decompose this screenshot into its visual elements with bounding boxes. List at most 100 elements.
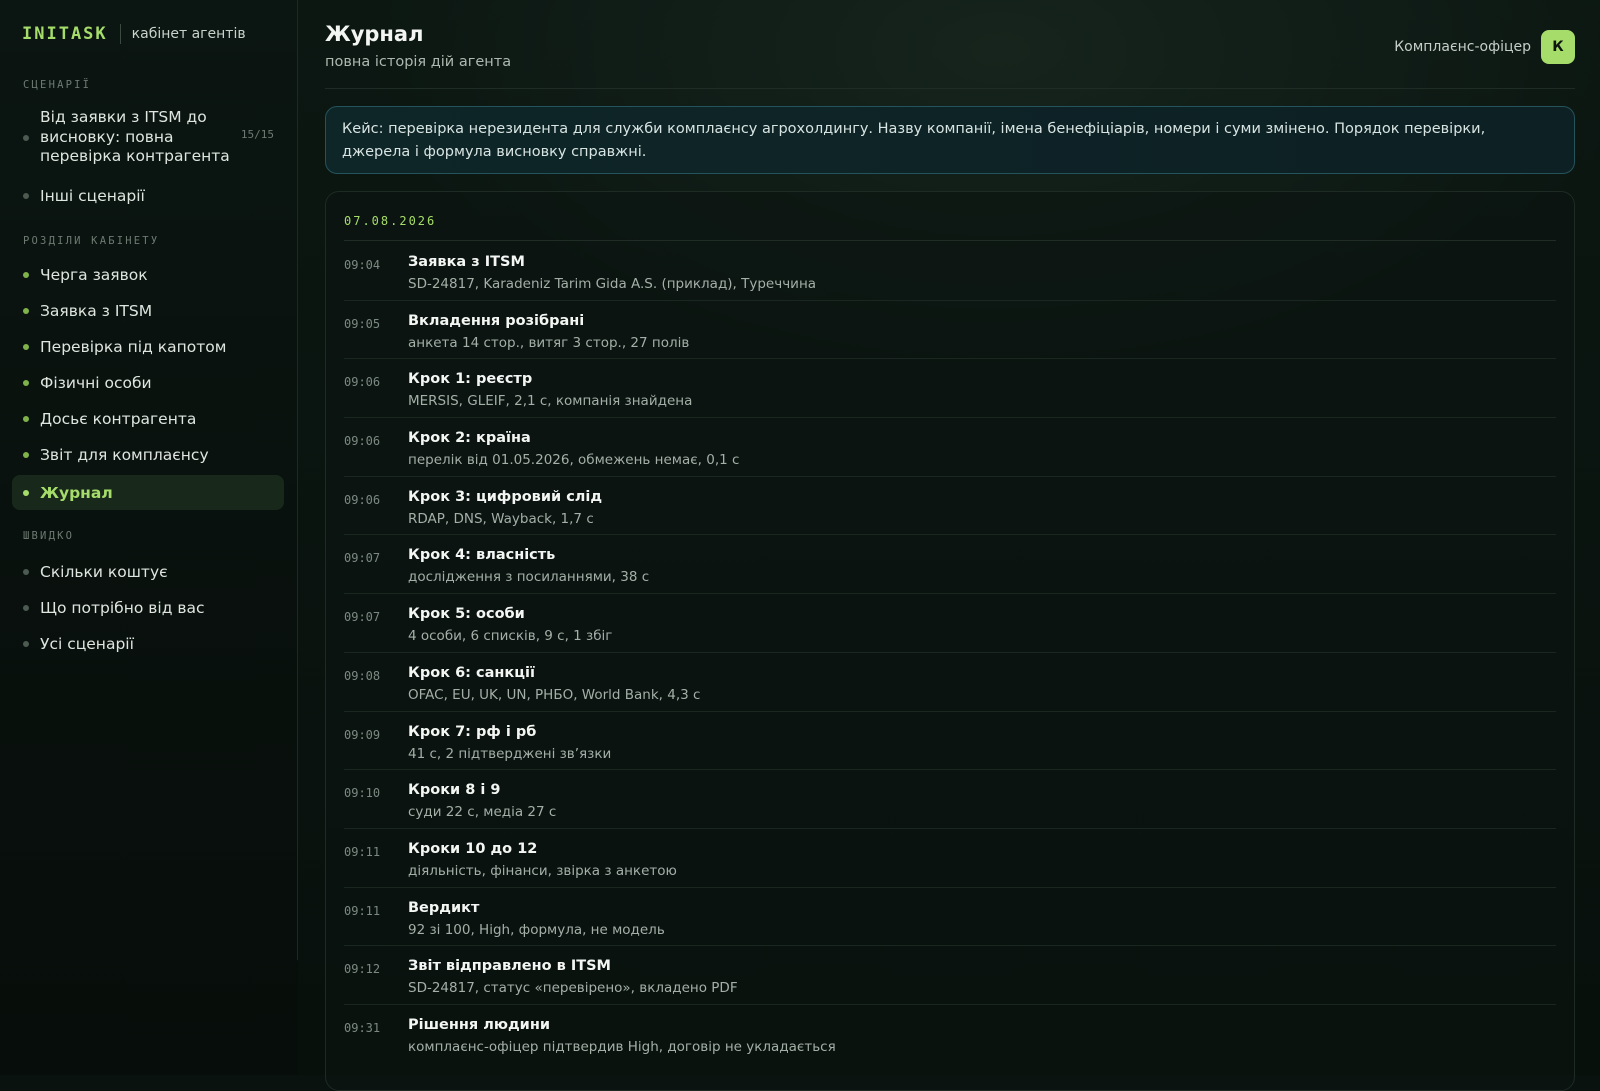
brand-logo[interactable]: INITASK — [22, 24, 108, 44]
entry-time: 09:11 — [344, 844, 381, 859]
entry-title: Крок 1: реєстр — [408, 371, 533, 388]
entry-time: 09:12 — [344, 962, 381, 977]
sidebar-item-requirements[interactable]: Що потрібно від вас — [12, 595, 284, 621]
brand-subtitle: кабінет агентів — [131, 26, 246, 42]
sidebar-item-scenario-full-check[interactable]: Від заявки з ITSM до висновку: повна пер… — [12, 108, 284, 170]
case-note: Кейс: перевірка нерезидента для служби к… — [325, 106, 1575, 174]
journal-entry[interactable]: 09:04 Заявка з ITSM SD-24817, Karadeniz Ta… — [344, 242, 1556, 301]
journal-entry[interactable]: 09:06 Крок 1: реєстр MERSIS, GLEIF, 2,1 с,… — [344, 359, 1556, 419]
journal-entry[interactable]: 09:31 Рішення людини комплаєнс-офіцер підт… — [344, 1005, 1556, 1064]
sidebar-item-label: Від заявки з ITSM до висновку: повна пер… — [40, 108, 230, 165]
page-title: Журнал — [325, 22, 424, 46]
entry-title: Рішення людини — [408, 1016, 550, 1033]
entry-title: Крок 6: санкції — [408, 664, 535, 681]
sidebar-item-label: Досьє контрагента — [40, 410, 197, 428]
entry-time: 09:07 — [344, 551, 381, 566]
entry-detail: SD-24817, Karadeniz Tarim Gida A.S. (при… — [408, 276, 817, 292]
journal-entry[interactable]: 09:10 Кроки 8 і 9 суди 22 с, медіа 27 с — [344, 770, 1556, 829]
journal-entry[interactable]: 09:12 Звіт відправлено в ITSM SD-24817, ст… — [344, 946, 1556, 1005]
entry-title: Крок 3: цифровий слід — [408, 488, 603, 505]
bullet-icon — [23, 344, 29, 350]
entry-time: 09:10 — [344, 786, 381, 801]
journal-entry[interactable]: 09:05 Вкладення розібрані анкета 14 стор.,… — [344, 301, 1556, 360]
entry-time: 09:06 — [344, 375, 381, 390]
entry-detail: суди 22 с, медіа 27 с — [408, 804, 557, 821]
user-role: Комплаєнс-офіцер — [1394, 39, 1531, 55]
bullet-icon — [23, 380, 29, 386]
entry-title: Крок 2: країна — [408, 430, 531, 447]
bullet-icon — [23, 569, 29, 575]
entry-detail: анкета 14 стор., витяг 3 стор., 27 полів — [408, 334, 690, 351]
avatar[interactable]: К — [1541, 30, 1575, 64]
entry-detail: комплаєнс-офіцер підтвердив High, догові… — [408, 1038, 836, 1055]
entry-detail: перелік від 01.05.2026, обмежень немає, … — [408, 452, 740, 469]
entry-title: Заявка з ITSM — [408, 254, 525, 270]
entry-title: Кроки 10 до 12 — [408, 840, 538, 857]
sidebar-item-label: Журнал — [40, 483, 113, 502]
bullet-icon — [23, 193, 29, 199]
sidebar-item-individuals[interactable]: Фізичні особи — [12, 370, 284, 396]
sidebar-item-pricing[interactable]: Скільки коштує — [12, 559, 284, 585]
journal-entry[interactable]: 09:09 Крок 7: рф і рб 41 с, 2 підтверджені… — [344, 712, 1556, 771]
journal-entry[interactable]: 09:11 Вердикт 92 зі 100, High, формула, не… — [344, 888, 1556, 947]
sidebar-item-label: Звіт для комплаєнсу — [40, 446, 209, 464]
journal-entry[interactable]: 09:06 Крок 3: цифровий слід RDAP, DNS, Way… — [344, 477, 1556, 536]
journal-entry[interactable]: 09:08 Крок 6: санкції OFAC, EU, UK, UN, РН… — [344, 653, 1556, 712]
sidebar-item-label: Інші сценарії — [40, 187, 145, 205]
section-label-scenarios: СЦЕНАРІЇ — [23, 79, 92, 91]
brand[interactable]: INITASK кабінет агентів — [22, 22, 246, 46]
entry-detail: SD-24817, статус «перевірено», вкладено … — [408, 980, 738, 997]
sidebar-item-request-queue[interactable]: Черга заявок — [12, 262, 284, 288]
bullet-icon — [23, 452, 29, 458]
entry-time: 09:31 — [344, 1020, 381, 1035]
entry-time: 09:09 — [344, 727, 381, 742]
sidebar-item-label: Фізичні особи — [40, 374, 152, 392]
entry-title: Крок 7: рф і рб — [408, 723, 537, 740]
sidebar-item-label: Що потрібно від вас — [40, 599, 205, 617]
sidebar-item-counterparty-dossier[interactable]: Досьє контрагента — [12, 406, 284, 432]
entry-time: 09:05 — [344, 316, 381, 331]
journal-entry[interactable]: 09:06 Крок 2: країна перелік від 01.05.202… — [344, 418, 1556, 477]
scenario-progress-count: 15/15 — [240, 128, 274, 141]
journal-list: 09:04 Заявка з ITSM SD-24817, Karadeniz Ta… — [344, 242, 1556, 1064]
entry-time: 09:04 — [344, 258, 381, 272]
journal-entry[interactable]: 09:11 Кроки 10 до 12 діяльність, фінанси, … — [344, 829, 1556, 888]
entry-time: 09:11 — [344, 903, 381, 918]
page-subtitle: повна історія дій агента — [325, 54, 512, 70]
bullet-icon — [23, 135, 29, 141]
sidebar-item-journal[interactable]: Журнал — [12, 475, 284, 510]
entry-detail: 4 особи, 6 списків, 9 с, 1 збіг — [408, 628, 613, 645]
sidebar: INITASK кабінет агентів СЦЕНАРІЇ Від зая… — [0, 0, 298, 1075]
entry-detail: дослідження з посиланнями, 38 с — [408, 569, 650, 586]
section-label-cabinet: РОЗДІЛИ КАБІНЕТУ — [23, 235, 160, 247]
entry-title: Вердикт — [408, 899, 480, 916]
journal-entry[interactable]: 09:07 Крок 4: власність дослідження з поси… — [344, 535, 1556, 595]
entry-detail: 41 с, 2 підтверджені зв’язки — [408, 745, 612, 762]
sidebar-item-label: Скільки коштує — [40, 563, 168, 581]
entry-title: Крок 4: власність — [408, 547, 556, 564]
header-divider — [325, 88, 1575, 89]
journal-entry[interactable]: 09:07 Крок 5: особи 4 особи, 6 списків, 9 … — [344, 594, 1556, 653]
journal-card: 07.08.2026 09:04 Заявка з ITSM SD-24817, K… — [325, 191, 1575, 1091]
sidebar-item-label: Черга заявок — [40, 266, 148, 284]
sidebar-item-all-scenarios[interactable]: Усі сценарії — [12, 631, 284, 657]
sidebar-item-under-the-hood[interactable]: Перевірка під капотом — [12, 334, 284, 360]
sidebar-item-label: Перевірка під капотом — [40, 338, 227, 356]
entry-detail: MERSIS, GLEIF, 2,1 с, компанія знайдена — [408, 393, 693, 410]
sidebar-item-itsm-request[interactable]: Заявка з ITSM — [12, 298, 284, 324]
entry-detail: RDAP, DNS, Wayback, 1,7 с — [408, 510, 594, 527]
user-menu[interactable]: Комплаєнс-офіцер К — [1394, 30, 1575, 64]
entry-title: Вкладення розібрані — [408, 312, 585, 329]
sidebar-item-label: Заявка з ITSM — [40, 302, 153, 320]
sidebar-divider — [297, 0, 298, 960]
entry-time: 09:06 — [344, 434, 381, 449]
entry-detail: 92 зі 100, High, формула, не модель — [408, 921, 665, 938]
sidebar-item-compliance-report[interactable]: Звіт для комплаєнсу — [12, 442, 284, 468]
journal-divider — [344, 240, 1556, 241]
entry-title: Кроки 8 і 9 — [408, 782, 501, 799]
entry-detail: діяльність, фінанси, звірка з анкетою — [408, 862, 677, 879]
entry-time: 09:08 — [344, 668, 381, 683]
sidebar-item-other-scenarios[interactable]: Інші сценарії — [12, 183, 284, 209]
entry-detail: OFAC, EU, UK, UN, РНБО, World Bank, 4,3 … — [408, 686, 701, 703]
bullet-icon — [23, 489, 29, 496]
